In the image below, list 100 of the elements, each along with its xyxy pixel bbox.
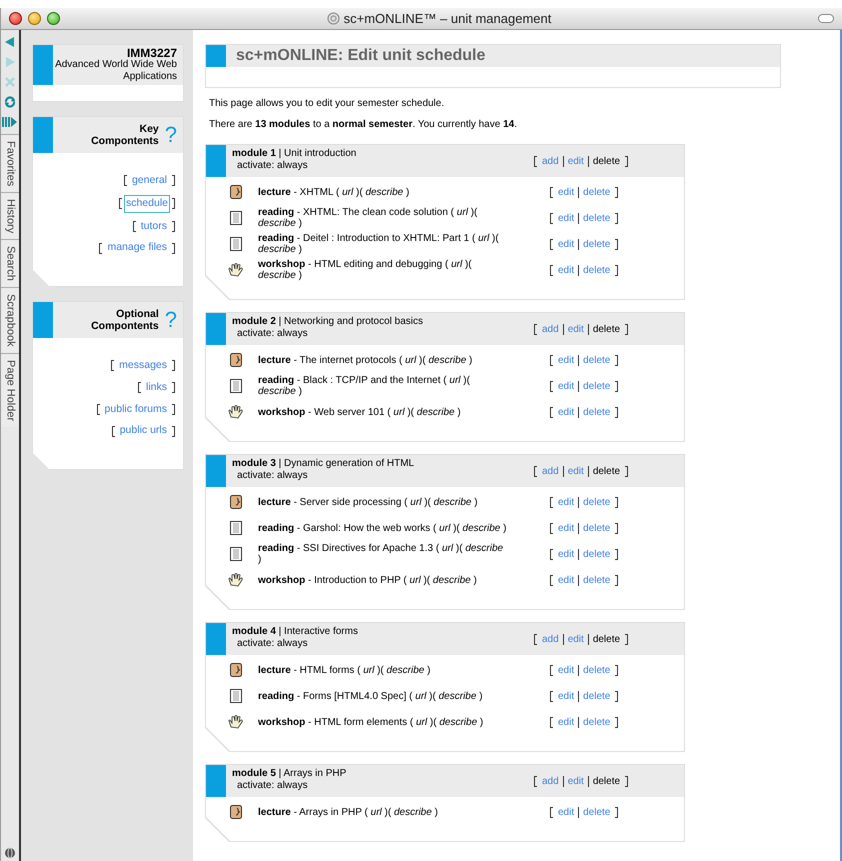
action-link[interactable]: add xyxy=(542,322,559,336)
module-title: module 5 | Arrays in PHP xyxy=(232,768,348,780)
action-link[interactable]: delete xyxy=(583,352,610,368)
sidebar-tab[interactable]: History xyxy=(1,192,19,240)
action-link[interactable]: edit xyxy=(568,322,584,336)
action-link[interactable]: delete xyxy=(583,184,610,200)
action-link[interactable]: edit xyxy=(568,632,584,646)
action-link[interactable]: edit xyxy=(558,546,574,562)
refresh-icon[interactable] xyxy=(4,96,16,108)
action-link[interactable]: edit xyxy=(558,378,574,394)
action-link[interactable]: edit xyxy=(558,352,574,368)
action-link[interactable]: delete xyxy=(583,494,610,510)
action-link[interactable]: edit xyxy=(558,184,574,200)
action-link[interactable]: delete xyxy=(592,322,620,336)
action-link[interactable]: delete xyxy=(583,804,610,820)
nav-link[interactable]: tutors xyxy=(140,218,167,234)
accent-bar xyxy=(33,45,53,85)
notepad-icon xyxy=(228,495,244,509)
action-link[interactable]: delete xyxy=(583,714,610,730)
bracket-icon xyxy=(172,382,175,394)
bracket-icon xyxy=(615,716,618,728)
back-icon[interactable] xyxy=(4,36,16,48)
panel-title: Key Compontents xyxy=(90,123,159,147)
bracket-icon xyxy=(615,212,618,224)
intro-text: There are 13 modules to a normal semester. You currently have 14. xyxy=(208,118,518,132)
bracket-icon xyxy=(534,776,537,786)
accent-bar xyxy=(33,117,53,153)
action-link[interactable]: add xyxy=(542,774,559,788)
sidebar-tab[interactable]: Scrapbook xyxy=(1,287,19,353)
bracket-icon xyxy=(625,156,628,166)
bracket-icon xyxy=(172,242,175,254)
nav-link[interactable]: general xyxy=(132,173,167,189)
bracket-icon xyxy=(112,426,115,437)
action-link[interactable]: edit xyxy=(558,688,574,704)
module-title: module 4 | Interactive forms xyxy=(232,626,359,638)
action-link[interactable]: edit xyxy=(558,236,574,252)
action-link[interactable]: edit xyxy=(558,572,574,588)
bracket-icon xyxy=(138,382,141,394)
action-link[interactable]: delete xyxy=(583,572,610,588)
bracket-icon xyxy=(111,360,114,372)
nav-link[interactable]: public forums xyxy=(104,402,167,418)
hand-icon xyxy=(228,715,244,729)
minimize-button[interactable] xyxy=(28,12,41,25)
help-icon[interactable]: ? xyxy=(164,124,177,146)
accent-bar xyxy=(206,313,226,345)
action-link[interactable]: delete xyxy=(583,378,610,394)
item-text: reading - Forms [HTML4.0 Spec] ( url )( describe ) xyxy=(258,690,484,702)
action-link[interactable]: edit xyxy=(558,662,574,678)
action-link[interactable]: delete xyxy=(583,546,610,562)
sidebar-tab[interactable]: Favorites xyxy=(1,134,19,192)
action-link[interactable]: add xyxy=(542,464,559,478)
action-link[interactable]: delete xyxy=(583,404,610,420)
item-text: lecture - The internet protocols ( url )( describe ) xyxy=(258,354,474,366)
action-link[interactable]: delete xyxy=(592,774,620,788)
toolbar-toggle-button[interactable] xyxy=(818,14,834,23)
nav-link[interactable]: manage files xyxy=(107,240,167,256)
action-link[interactable]: edit xyxy=(558,210,574,226)
nav-link[interactable]: public urls xyxy=(120,423,167,439)
action-link[interactable]: add xyxy=(542,632,559,646)
action-link[interactable]: delete xyxy=(583,262,610,278)
globe-icon xyxy=(4,847,16,859)
action-link[interactable]: delete xyxy=(583,688,610,704)
action-link[interactable]: edit xyxy=(568,774,584,788)
action-link[interactable]: edit xyxy=(558,714,574,730)
action-link[interactable]: edit xyxy=(558,520,574,536)
action-link[interactable]: delete xyxy=(592,632,620,646)
zoom-button[interactable] xyxy=(47,12,60,25)
sidebar-tab[interactable]: Search xyxy=(1,239,19,288)
bracket-icon xyxy=(615,354,618,366)
action-link[interactable]: edit xyxy=(558,262,574,278)
action-link[interactable]: edit xyxy=(558,404,574,420)
action-link[interactable]: delete xyxy=(583,662,610,678)
close-button[interactable] xyxy=(9,12,22,25)
notepad-icon xyxy=(228,185,244,199)
bracket-icon xyxy=(534,324,537,334)
nav-link[interactable]: links xyxy=(146,380,167,396)
nav-link[interactable]: messages xyxy=(119,358,167,374)
action-link[interactable]: delete xyxy=(583,236,610,252)
panel-title: Optional Compontents xyxy=(90,308,159,332)
bracket-icon xyxy=(615,380,618,392)
bracket-icon xyxy=(118,198,122,210)
action-link[interactable]: edit xyxy=(558,494,574,510)
bracket-icon xyxy=(615,548,618,560)
action-link[interactable]: edit xyxy=(568,464,584,478)
notepad-icon xyxy=(228,353,244,367)
sidebar-tab[interactable]: Page Holder xyxy=(1,352,19,428)
action-link[interactable]: edit xyxy=(558,804,574,820)
action-link[interactable]: delete xyxy=(592,154,620,168)
item-text: reading - Deitel : Introduction to XHTML: Part 1 ( url )( describe ) xyxy=(258,233,500,255)
action-link[interactable]: delete xyxy=(583,520,610,536)
bracket-icon xyxy=(625,634,628,644)
bracket-icon xyxy=(534,466,537,476)
sidebar-icon[interactable] xyxy=(2,116,18,128)
action-link[interactable]: delete xyxy=(583,210,610,226)
nav-link[interactable]: schedule xyxy=(124,194,170,212)
action-link[interactable]: edit xyxy=(568,154,584,168)
action-link[interactable]: add xyxy=(542,154,559,168)
action-link[interactable]: delete xyxy=(592,464,620,478)
help-icon[interactable]: ? xyxy=(164,309,177,331)
bracket-icon xyxy=(550,548,553,560)
